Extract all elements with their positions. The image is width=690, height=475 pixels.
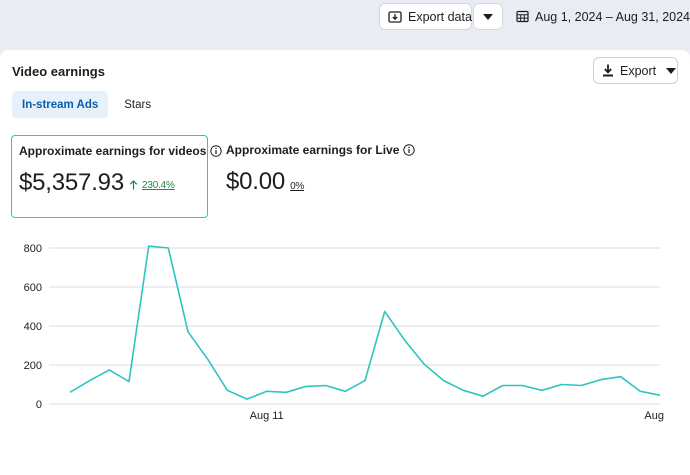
export-data-label: Export data: [408, 9, 472, 24]
date-range-label: Aug 1, 2024 – Aug 31, 2024: [535, 9, 690, 24]
data-point[interactable]: [126, 379, 132, 385]
data-point[interactable]: [578, 382, 584, 388]
top-toolbar: Export data Aug 1, 2024 – Aug 31, 2024: [0, 0, 690, 50]
tab-in-stream-ads[interactable]: In-stream Ads: [12, 91, 109, 118]
date-range-picker[interactable]: Aug 1, 2024 – Aug 31, 2024: [508, 3, 690, 30]
y-tick-label: 0: [36, 399, 42, 411]
data-point[interactable]: [657, 392, 663, 398]
export-button[interactable]: Export: [593, 57, 678, 84]
export-data-icon: [388, 10, 402, 23]
data-point[interactable]: [539, 387, 545, 393]
y-tick-label: 200: [24, 360, 42, 372]
data-point[interactable]: [106, 367, 112, 373]
data-point[interactable]: [559, 382, 565, 388]
metric-video-earnings[interactable]: Approximate earnings for videos $5,357.9…: [11, 135, 223, 218]
data-point[interactable]: [401, 337, 407, 343]
data-point[interactable]: [283, 389, 289, 395]
metric-value: $5,357.93: [19, 169, 124, 196]
data-point[interactable]: [618, 374, 624, 380]
card-title: Video earnings: [12, 64, 105, 79]
metric-label: Approximate earnings for videos: [19, 144, 207, 158]
data-point[interactable]: [500, 382, 506, 388]
export-data-dropdown-button[interactable]: [473, 3, 503, 30]
y-tick-label: 600: [24, 282, 42, 294]
data-point[interactable]: [165, 245, 171, 251]
chevron-down-icon: [483, 13, 493, 20]
metric-value-row: $5,357.93 230.4%: [19, 169, 175, 197]
info-icon[interactable]: [403, 144, 416, 156]
data-point[interactable]: [342, 388, 348, 394]
earnings-series-line[interactable]: [69, 245, 661, 400]
arrow-up-icon: [129, 180, 138, 190]
data-point[interactable]: [224, 387, 230, 393]
tab-stars[interactable]: Stars: [114, 91, 161, 118]
info-icon[interactable]: [210, 145, 223, 157]
metric-value-row: $0.00 0%: [226, 168, 304, 196]
export-label: Export: [620, 63, 657, 78]
data-point[interactable]: [362, 378, 368, 384]
x-tick-label: Aug 11: [250, 410, 284, 422]
data-point[interactable]: [382, 308, 388, 314]
data-point[interactable]: [205, 356, 211, 362]
metric-label-row: Approximate earnings for videos: [19, 144, 223, 158]
data-point[interactable]: [598, 377, 604, 383]
download-icon: [603, 64, 613, 77]
data-point[interactable]: [87, 378, 93, 384]
metric-delta[interactable]: 230.4%: [129, 180, 175, 191]
video-earnings-card: Video earnings Export In-stream Ads Star…: [0, 50, 690, 475]
metric-value: $0.00: [226, 168, 286, 195]
data-point[interactable]: [480, 393, 486, 399]
data-point[interactable]: [185, 329, 191, 335]
data-point[interactable]: [323, 382, 329, 388]
y-tick-label: 400: [24, 321, 42, 333]
data-point[interactable]: [637, 388, 643, 394]
data-point[interactable]: [264, 388, 270, 394]
calendar-icon: [516, 10, 529, 23]
metric-live-earnings[interactable]: Approximate earnings for Live $0.00 0%: [224, 135, 416, 218]
data-point[interactable]: [303, 383, 309, 389]
chevron-down-icon: [666, 67, 677, 74]
data-point[interactable]: [519, 382, 525, 388]
y-tick-label: 800: [24, 243, 42, 255]
data-point[interactable]: [244, 396, 250, 402]
metric-label-row: Approximate earnings for Live: [226, 143, 416, 157]
data-point[interactable]: [460, 387, 466, 393]
metric-label: Approximate earnings for Live: [226, 143, 400, 157]
metric-delta-value[interactable]: 0%: [290, 181, 304, 192]
export-data-button[interactable]: Export data: [379, 3, 472, 30]
metric-delta-value: 230.4%: [141, 179, 175, 191]
x-tick-label: Aug: [644, 410, 664, 422]
earnings-line-chart[interactable]: 0 200 400 600 800 Aug 11 Aug: [0, 235, 690, 475]
data-point[interactable]: [67, 389, 73, 395]
earnings-tabs: In-stream Ads Stars: [12, 91, 167, 118]
data-point[interactable]: [146, 243, 152, 249]
data-point[interactable]: [421, 361, 427, 367]
data-point[interactable]: [441, 378, 447, 384]
